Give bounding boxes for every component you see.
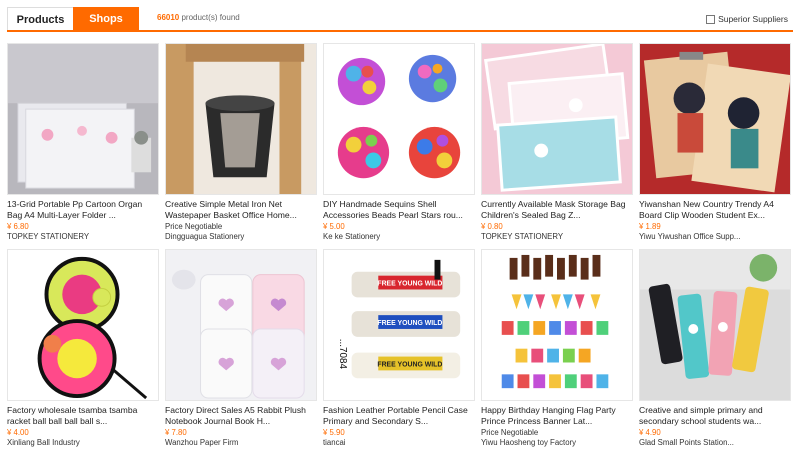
toolbar-divider [7,30,793,32]
product-seller[interactable]: Wanzhou Paper Firm [165,438,317,448]
tab-shops[interactable]: Shops [73,7,139,31]
product-seller[interactable]: TOPKEY STATIONERY [7,232,159,242]
product-price: ¥ 4.00 [7,428,29,437]
product-title[interactable]: Currently Available Mask Storage Bag Chi… [481,199,633,221]
results-count-number: 66010 [157,13,180,22]
product-seller[interactable]: Yiwu Haosheng toy Factory [481,438,633,448]
racket-ball-image[interactable] [7,249,159,401]
pencil-case-image[interactable]: FREE YOUNG WILD FREE YOUNG WILD FREE YOU… [323,249,475,401]
product-seller[interactable]: Glad Small Points Station... [639,438,791,448]
product-title[interactable]: Creative and simple primary and secondar… [639,405,791,427]
product-title[interactable]: Happy Birthday Hanging Flag Party Prince… [481,405,633,427]
product-price: Price Negotiable [481,428,539,437]
product-seller[interactable]: Ke ke Stationery [323,232,475,242]
wastebasket-image[interactable] [165,43,317,195]
product-price: Price Negotiable [165,222,223,231]
pencil-boxes-image[interactable] [639,249,791,401]
product-title[interactable]: 13-Grid Portable Pp Cartoon Organ Bag A4… [7,199,159,221]
product-seller[interactable]: tiancai [323,438,475,448]
product-title[interactable]: Creative Simple Metal Iron Net Wastepape… [165,199,317,221]
pencil-case-side-text: ...7084 [337,339,348,370]
product-price: ¥ 5.00 [323,222,345,231]
product-price: ¥ 6.80 [7,222,29,231]
birthday-banner-image[interactable] [481,249,633,401]
product-price: ¥ 0.80 [481,222,503,231]
results-toolbar: Products Shops 66010 product(s) found Su… [0,0,800,32]
product-title[interactable]: Factory wholesale tsamba tsamba racket b… [7,405,159,427]
product-seller[interactable]: Yiwu Yiwushan Office Supp... [639,232,791,242]
product-seller[interactable]: Xinliang Ball Industry [7,438,159,448]
pencil-band-text-2: FREE YOUNG WILD [377,320,442,327]
product-card[interactable]: Creative Simple Metal Iron Net Wastepape… [165,43,317,242]
rabbit-notebook-image[interactable] [165,249,317,401]
mask-bag-image[interactable] [481,43,633,195]
product-price: ¥ 1.89 [639,222,661,231]
product-card[interactable]: DIY Handmade Sequins Shell Accessories B… [323,43,475,242]
board-clip-image[interactable] [639,43,791,195]
product-seller[interactable]: Dingguagua Stationery [165,232,317,242]
product-card[interactable]: Creative and simple primary and secondar… [639,249,791,448]
product-card[interactable]: Factory Direct Sales A5 Rabbit Plush Not… [165,249,317,448]
product-price: ¥ 5.90 [323,428,345,437]
pencil-band-text-1: FREE YOUNG WILD [377,281,442,288]
product-title[interactable]: Factory Direct Sales A5 Rabbit Plush Not… [165,405,317,427]
superior-suppliers-label: Superior Suppliers [718,14,788,24]
pencil-band-text-3: FREE YOUNG WILD [377,361,442,368]
product-card[interactable]: FREE YOUNG WILD FREE YOUNG WILD FREE YOU… [323,249,475,448]
product-price: ¥ 7.80 [165,428,187,437]
results-count: 66010 product(s) found [157,13,240,22]
sequins-image[interactable] [323,43,475,195]
product-card[interactable]: 13-Grid Portable Pp Cartoon Organ Bag A4… [7,43,159,242]
results-count-suffix: product(s) found [179,13,240,22]
superior-suppliers-checkbox[interactable] [706,14,716,24]
product-card[interactable]: Yiwanshan New Country Trendy A4 Board Cl… [639,43,791,242]
product-card[interactable]: Currently Available Mask Storage Bag Chi… [481,43,633,242]
product-price: ¥ 4.90 [639,428,661,437]
product-title[interactable]: DIY Handmade Sequins Shell Accessories B… [323,199,475,221]
product-title[interactable]: Fashion Leather Portable Pencil Case Pri… [323,405,475,427]
folder-organizer-image[interactable] [7,43,159,195]
product-card[interactable]: Factory wholesale tsamba tsamba racket b… [7,249,159,448]
product-card[interactable]: Happy Birthday Hanging Flag Party Prince… [481,249,633,448]
product-title[interactable]: Yiwanshan New Country Trendy A4 Board Cl… [639,199,791,221]
superior-suppliers-filter[interactable]: Superior Suppliers [706,14,788,24]
tab-products[interactable]: Products [7,7,74,31]
product-seller[interactable]: TOPKEY STATIONERY [481,232,633,242]
